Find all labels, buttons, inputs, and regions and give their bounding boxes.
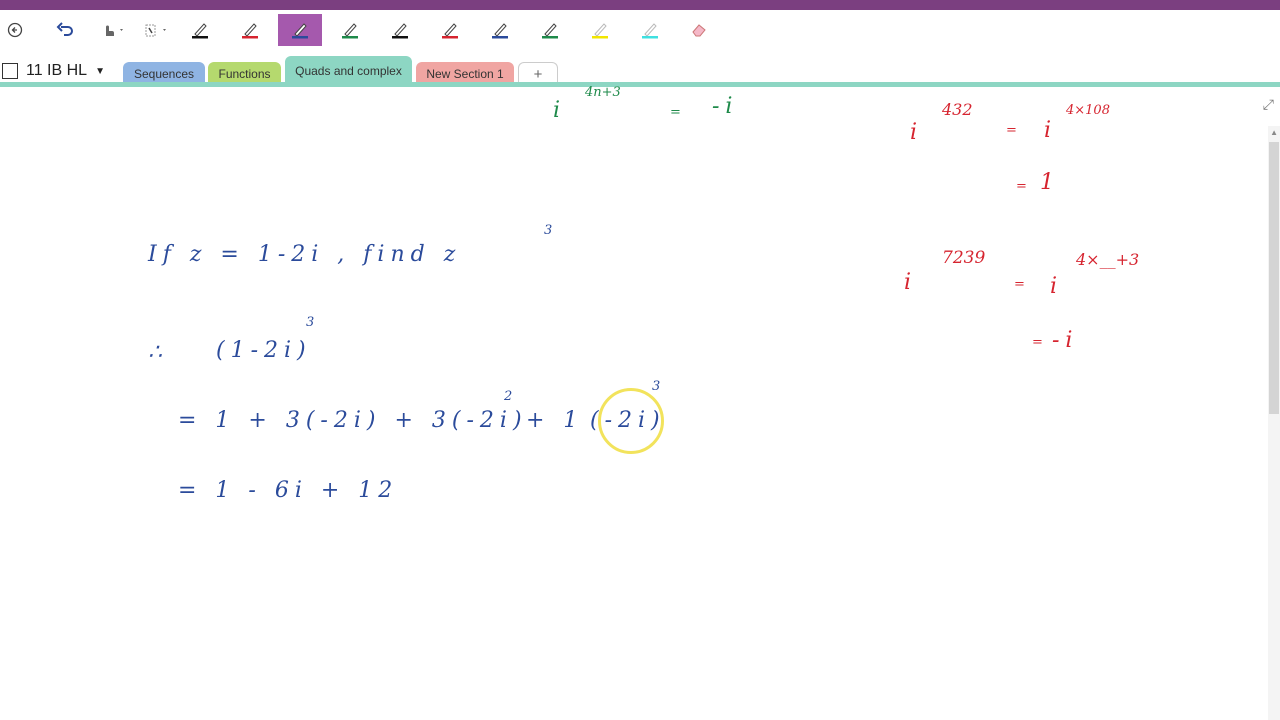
ink-red2b-val: -i [1052, 328, 1079, 353]
marker-green-icon[interactable] [528, 14, 572, 46]
ink-line2-therefore: ∴ [148, 340, 168, 365]
pen-blue-icon[interactable] [278, 14, 322, 46]
ink-red1-rhs-exp: 4×108 [1066, 103, 1110, 118]
ink-line1-exp: 3 [544, 223, 553, 238]
notebook-icon [2, 63, 18, 79]
ink-red1-exp: 432 [942, 100, 973, 119]
ink-line1: If z = 1-2i , find z [148, 242, 462, 267]
ink-red2-base: i [904, 270, 918, 295]
ink-line3-tail: + 1 [526, 408, 584, 433]
pen-red-icon[interactable] [228, 14, 272, 46]
ink-red2-rhs-exp: 4×__+3 [1076, 250, 1140, 269]
title-strip [0, 0, 1280, 10]
ink-red1-rhs-base: i [1044, 118, 1058, 143]
ink-line2-exp: 3 [306, 315, 315, 330]
back-icon[interactable] [2, 14, 28, 46]
ink-green-rhs: -i [712, 94, 739, 119]
touch-draw-icon[interactable] [96, 14, 130, 46]
ink-line3-exp2: 2 [504, 389, 513, 404]
ink-green-exp: 4n+3 [585, 85, 621, 100]
ink-green-base: i [553, 98, 567, 123]
lasso-select-icon[interactable] [138, 14, 172, 46]
ink-line3: = 1 + 3(-2i) + 3(-2i) [178, 408, 528, 433]
highlighter-yellow-icon[interactable] [578, 14, 622, 46]
ink-red2-rhs-base: i [1050, 274, 1064, 299]
pen-black-icon[interactable] [178, 14, 222, 46]
ink-line4: = 1 - 6i + 12 [178, 478, 399, 503]
ink-red1-base: i [910, 120, 924, 145]
marker-black-icon[interactable] [378, 14, 422, 46]
notebook-name: 11 IB HL [26, 62, 88, 79]
ink-green-eq: = [670, 105, 681, 120]
chevron-down-icon: ▼ [95, 65, 105, 77]
ink-red2-eq: = [1014, 277, 1025, 292]
eraser-icon[interactable] [682, 14, 716, 46]
scroll-thumb[interactable] [1269, 142, 1279, 414]
draw-toolbar [0, 10, 1280, 52]
ink-red1-eq: = [1006, 123, 1017, 138]
pen-pointer-highlight [598, 388, 664, 454]
expand-icon[interactable]: ⤢ [1263, 96, 1274, 113]
section-tab-bar: 11 IB HL ▼ Sequences Functions Quads and… [0, 52, 1280, 86]
ink-line3-exp3: 3 [652, 379, 661, 394]
undo-icon[interactable] [50, 14, 80, 46]
ink-red2-exp: 7239 [942, 248, 986, 268]
ink-red1b-eq: = [1016, 179, 1027, 194]
ink-red2b-eq: = [1032, 335, 1043, 350]
ink-red1b-val: 1 [1040, 170, 1060, 195]
marker-red-icon[interactable] [428, 14, 472, 46]
highlighter-cyan-icon[interactable] [628, 14, 672, 46]
pen-green-icon[interactable] [328, 14, 372, 46]
ink-line2: (1-2i) [216, 338, 312, 363]
marker-blue-icon[interactable] [478, 14, 522, 46]
scroll-up-arrow-icon[interactable]: ▲ [1270, 128, 1278, 137]
notebook-selector[interactable]: 11 IB HL ▼ [2, 60, 105, 82]
